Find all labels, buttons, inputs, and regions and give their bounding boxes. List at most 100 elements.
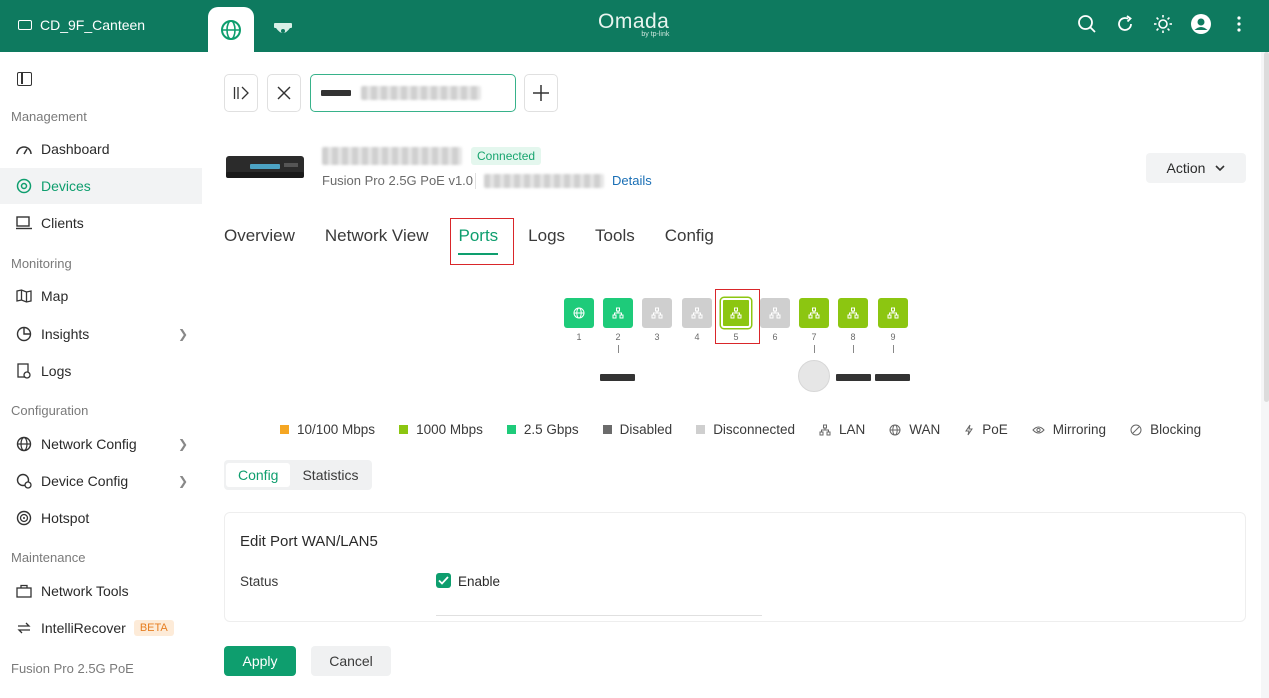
legend-blocking: Blocking: [1130, 422, 1201, 437]
close-panel-button[interactable]: [267, 74, 301, 112]
tab-config[interactable]: Config: [665, 224, 714, 248]
sidebar-item-device-config[interactable]: Device Config ❯: [0, 463, 202, 499]
legend-2-5g: 2.5 Gbps: [506, 422, 579, 437]
cancel-button[interactable]: Cancel: [311, 646, 391, 676]
port-2[interactable]: [603, 298, 633, 328]
subtab-config[interactable]: Config: [226, 463, 291, 487]
network-tab[interactable]: [208, 7, 254, 52]
sidebar-item-label: Clients: [41, 215, 84, 231]
poe-icon: [965, 424, 974, 435]
recover-icon: [15, 619, 33, 637]
surveillance-tab[interactable]: [260, 7, 306, 52]
action-label: Action: [1166, 160, 1206, 176]
sidebar-item-insights[interactable]: Insights ❯: [0, 316, 202, 352]
legend-label: 10/100 Mbps: [297, 422, 376, 437]
port-7[interactable]: [799, 298, 829, 328]
port-subtabs: Config Statistics: [224, 460, 373, 490]
subtab-statistics[interactable]: Statistics: [290, 463, 370, 487]
status-badge: Connected: [471, 147, 542, 165]
refresh-icon[interactable]: [1115, 14, 1135, 34]
device-thumbnail: [321, 90, 351, 96]
device-model: Fusion Pro 2.5G PoE v1.0: [322, 173, 474, 188]
connected-switch: [875, 374, 910, 381]
sidebar-item-logs[interactable]: Logs: [0, 353, 202, 389]
sidebar-item-network-tools[interactable]: Network Tools: [0, 573, 202, 609]
theme-sun-icon[interactable]: [1153, 14, 1173, 34]
port-link-line: [618, 345, 619, 353]
device-name-redacted: [361, 86, 481, 100]
wan-icon: [889, 424, 901, 435]
enable-label: Enable: [458, 574, 501, 589]
port-number: 7: [811, 332, 817, 342]
section-maintenance: Maintenance: [11, 550, 86, 565]
edit-port-panel: Edit Port WAN/LAN5 Status Enable: [224, 512, 1246, 622]
tab-network-view[interactable]: Network View: [325, 224, 429, 248]
sidebar-item-clients[interactable]: Clients: [0, 205, 202, 241]
site-name: CD_9F_Canteen: [40, 17, 146, 33]
main-content: Connected Fusion Pro 2.5G PoE v1.0 Detai…: [202, 52, 1261, 698]
legend-swatch: [602, 425, 612, 434]
port-3[interactable]: [642, 298, 672, 328]
device-config-icon: [15, 472, 33, 490]
port-number: 4: [694, 332, 700, 342]
port-9[interactable]: [878, 298, 908, 328]
dashboard-icon: [15, 140, 33, 158]
sidebar-item-map[interactable]: Map: [0, 278, 202, 314]
legend-label: 1000 Mbps: [416, 422, 483, 437]
sidebar-item-dashboard[interactable]: Dashboard: [0, 131, 202, 167]
sidebar-item-label: Devices: [41, 178, 91, 194]
port-6[interactable]: [760, 298, 790, 328]
tab-logs[interactable]: Logs: [528, 224, 565, 248]
device-tab-selector[interactable]: [310, 74, 516, 112]
blocking-icon: [1130, 424, 1142, 435]
port-1[interactable]: [564, 298, 594, 328]
sidebar-item-devices[interactable]: Devices: [0, 168, 202, 204]
legend-label: PoE: [982, 422, 1008, 437]
expand-panel-button[interactable]: [224, 74, 258, 112]
port-5-highlight: [715, 289, 760, 344]
enable-checkbox[interactable]: [436, 573, 451, 588]
port-number: 3: [654, 332, 660, 342]
tab-overview[interactable]: Overview: [224, 224, 295, 248]
toolbox-icon: [15, 582, 33, 600]
sidebar-item-label: Logs: [41, 363, 72, 379]
action-dropdown[interactable]: Action: [1146, 153, 1246, 183]
section-monitoring: Monitoring: [11, 256, 72, 271]
collapse-sidebar-icon[interactable]: [17, 72, 32, 86]
more-vertical-icon[interactable]: [1229, 14, 1249, 34]
insights-icon: [15, 325, 33, 343]
panel-title: Edit Port WAN/LAN5: [240, 533, 378, 550]
sidebar-item-network-config[interactable]: Network Config ❯: [0, 426, 202, 462]
user-avatar-icon[interactable]: [1191, 14, 1211, 34]
sidebar-item-hotspot[interactable]: Hotspot: [0, 500, 202, 536]
globe-icon: [221, 19, 241, 40]
search-icon[interactable]: [1077, 14, 1097, 34]
legend-mirroring: Mirroring: [1032, 422, 1106, 437]
chevron-right-icon: ❯: [177, 327, 188, 341]
section-management: Management: [11, 109, 87, 124]
port-link-line: [853, 345, 854, 353]
site-selector[interactable]: CD_9F_Canteen: [18, 17, 145, 33]
legend-label: Disconnected: [713, 422, 795, 437]
port-number: 8: [850, 332, 856, 342]
sidebar-item-label: Dashboard: [41, 141, 110, 157]
globe-icon: [15, 435, 33, 453]
section-configuration: Configuration: [11, 403, 89, 418]
legend-lan: LAN: [819, 422, 865, 437]
chevron-right-icon: ❯: [177, 474, 188, 488]
port-8[interactable]: [838, 298, 868, 328]
main-scrollbar[interactable]: [1264, 52, 1269, 402]
port-legend: 10/100 Mbps 1000 Mbps 2.5 Gbps Disabled …: [280, 422, 1201, 437]
legend-disabled: Disabled: [602, 422, 672, 437]
add-device-tab-button[interactable]: [524, 74, 558, 112]
apply-button[interactable]: Apply: [224, 646, 296, 676]
tab-tools[interactable]: Tools: [595, 224, 635, 248]
sidebar-item-label: Network Config: [41, 436, 137, 452]
connected-switch: [836, 374, 871, 381]
port-4[interactable]: [682, 298, 712, 328]
sidebar-item-label: Hotspot: [41, 510, 90, 526]
details-link[interactable]: Details: [612, 173, 652, 188]
sidebar-item-intellirecover[interactable]: IntelliRecover BETA: [0, 610, 202, 646]
clients-icon: [15, 214, 33, 232]
checkmark-icon: [438, 576, 449, 585]
